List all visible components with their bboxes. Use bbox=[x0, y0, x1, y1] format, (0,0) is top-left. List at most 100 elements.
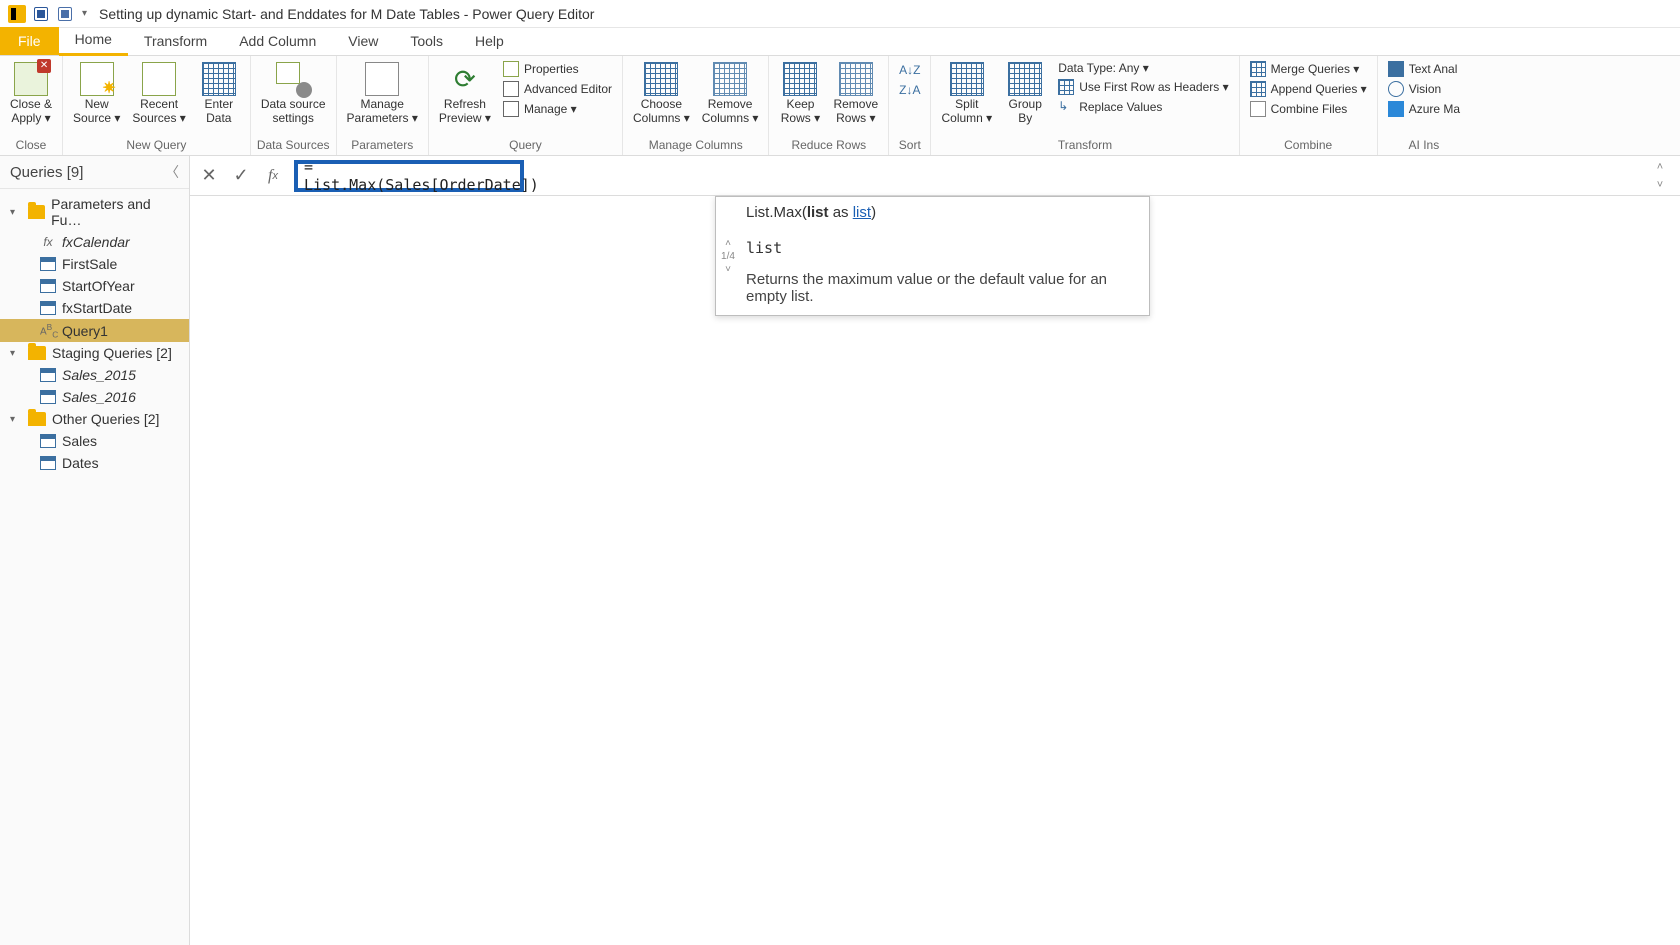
text-analytics-button[interactable]: Text Anal bbox=[1386, 60, 1462, 78]
tab-file[interactable]: File bbox=[0, 27, 59, 55]
recent-sources-icon bbox=[142, 62, 176, 96]
combine-files-button[interactable]: Combine Files bbox=[1248, 100, 1369, 118]
group-transform: Split Column ▾ Group By Data Type: Any ▾… bbox=[931, 56, 1239, 155]
choose-columns-button[interactable]: Choose Columns ▾ bbox=[629, 58, 694, 128]
chevron-up-icon[interactable]: ˄ bbox=[725, 238, 731, 249]
folder-staging[interactable]: ▾ Staging Queries [2] bbox=[0, 342, 189, 364]
folder-other-label: Other Queries [2] bbox=[52, 411, 159, 427]
query-dates[interactable]: Dates bbox=[0, 452, 189, 474]
replace-values-icon: ↳ bbox=[1058, 99, 1074, 115]
group-combine-label: Combine bbox=[1246, 136, 1371, 155]
query-firstsale[interactable]: FirstSale bbox=[0, 253, 189, 275]
keep-rows-label: Keep Rows ▾ bbox=[781, 98, 820, 126]
data-type-button[interactable]: Data Type: Any ▾ bbox=[1056, 60, 1230, 76]
save-icon[interactable] bbox=[56, 5, 74, 23]
qat-dropdown-icon[interactable]: ▾ bbox=[80, 8, 89, 19]
data-source-settings-button[interactable]: Data source settings bbox=[257, 58, 330, 128]
query-sales-2016[interactable]: Sales_2016 bbox=[0, 386, 189, 408]
properties-label: Properties bbox=[524, 62, 579, 76]
remove-rows-label: Remove Rows ▾ bbox=[833, 98, 878, 126]
formula-expand[interactable]: ˄ ˅ bbox=[1652, 161, 1668, 191]
sort-asc-button[interactable]: A↓Z bbox=[897, 62, 922, 78]
advanced-editor-icon bbox=[503, 81, 519, 97]
manage-query-button[interactable]: Manage ▾ bbox=[501, 100, 614, 118]
text-analytics-label: Text Anal bbox=[1409, 62, 1458, 76]
query-sales-2016-label: Sales_2016 bbox=[62, 389, 136, 405]
sort-desc-button[interactable]: Z↓A bbox=[897, 82, 922, 98]
properties-button[interactable]: Properties bbox=[501, 60, 614, 78]
remove-columns-button[interactable]: Remove Columns ▾ bbox=[698, 58, 763, 128]
close-apply-button[interactable]: ✕ Close & Apply ▾ bbox=[6, 58, 56, 128]
tooltip-sig-pre: List.Max( bbox=[746, 204, 807, 221]
advanced-editor-button[interactable]: Advanced Editor bbox=[501, 80, 614, 98]
new-source-button[interactable]: ✷ New Source ▾ bbox=[69, 58, 124, 128]
vision-icon bbox=[1388, 81, 1404, 97]
group-by-icon bbox=[1008, 62, 1042, 96]
cancel-formula-button[interactable]: ✕ bbox=[198, 165, 220, 187]
manage-parameters-button[interactable]: Manage Parameters ▾ bbox=[343, 58, 422, 128]
keep-rows-button[interactable]: Keep Rows ▾ bbox=[775, 58, 825, 128]
choose-columns-label: Choose Columns ▾ bbox=[633, 98, 690, 126]
refresh-icon: ⟳ bbox=[448, 62, 482, 96]
append-queries-button[interactable]: Append Queries ▾ bbox=[1248, 80, 1369, 98]
group-by-button[interactable]: Group By bbox=[1000, 58, 1050, 128]
tab-view[interactable]: View bbox=[332, 27, 394, 55]
folder-parameters[interactable]: ▾ Parameters and Fu… bbox=[0, 193, 189, 231]
tooltip-sig-post: ) bbox=[871, 204, 876, 221]
tooltip-nav[interactable]: ˄ 1/4 ˅ bbox=[716, 197, 740, 315]
split-column-button[interactable]: Split Column ▾ bbox=[937, 58, 996, 128]
replace-values-button[interactable]: ↳ Replace Values bbox=[1056, 98, 1230, 116]
collapse-icon[interactable]: 〈 bbox=[165, 162, 179, 182]
query-sales-2015[interactable]: Sales_2015 bbox=[0, 364, 189, 386]
quick-access-toolbar: ▾ bbox=[8, 5, 89, 23]
combine-files-label: Combine Files bbox=[1271, 102, 1348, 116]
chevron-down-icon[interactable]: ˅ bbox=[725, 264, 731, 275]
group-ai-insights: Text Anal Vision Azure Ma AI Ins bbox=[1378, 56, 1470, 155]
queries-header[interactable]: Queries [9] 〈 bbox=[0, 156, 189, 189]
group-parameters-label: Parameters bbox=[343, 136, 422, 155]
save-icon[interactable] bbox=[32, 5, 50, 23]
commit-formula-button[interactable]: ✓ bbox=[230, 165, 252, 187]
query-fxstartdate[interactable]: fxStartDate bbox=[0, 297, 189, 319]
first-row-headers-button[interactable]: Use First Row as Headers ▾ bbox=[1056, 78, 1230, 96]
tab-tools[interactable]: Tools bbox=[394, 27, 459, 55]
enter-data-button[interactable]: Enter Data bbox=[194, 58, 244, 128]
folder-other[interactable]: ▾ Other Queries [2] bbox=[0, 408, 189, 430]
query-startofyear[interactable]: StartOfYear bbox=[0, 275, 189, 297]
data-source-settings-label: Data source settings bbox=[261, 98, 326, 126]
group-sort-label: Sort bbox=[895, 136, 924, 155]
tab-help[interactable]: Help bbox=[459, 27, 520, 55]
enter-data-label: Enter Data bbox=[204, 98, 233, 126]
tooltip-signature: List.Max(list as list) bbox=[746, 203, 1139, 221]
tab-add-column[interactable]: Add Column bbox=[223, 27, 332, 55]
folder-icon bbox=[28, 412, 46, 426]
vision-label: Vision bbox=[1409, 82, 1441, 96]
tooltip-counter: 1/4 bbox=[721, 251, 735, 262]
tab-transform[interactable]: Transform bbox=[128, 27, 223, 55]
recent-sources-button[interactable]: Recent Sources ▾ bbox=[128, 58, 189, 128]
merge-queries-button[interactable]: Merge Queries ▾ bbox=[1248, 60, 1369, 78]
refresh-preview-button[interactable]: ⟳ Refresh Preview ▾ bbox=[435, 58, 495, 128]
tab-home[interactable]: Home bbox=[59, 25, 128, 56]
folder-staging-label: Staging Queries [2] bbox=[52, 345, 172, 361]
query-query1[interactable]: ABC Query1 bbox=[0, 319, 189, 342]
vision-button[interactable]: Vision bbox=[1386, 80, 1462, 98]
split-column-label: Split Column ▾ bbox=[941, 98, 992, 126]
query-fxcalendar[interactable]: fx fxCalendar bbox=[0, 231, 189, 253]
manage-query-icon bbox=[503, 101, 519, 117]
formula-input[interactable]: = List.Max(Sales[OrderDate]) bbox=[304, 158, 514, 194]
remove-rows-button[interactable]: Remove Rows ▾ bbox=[829, 58, 882, 128]
fx-icon[interactable]: fx bbox=[262, 165, 284, 187]
formula-bar: ✕ ✓ fx = List.Max(Sales[OrderDate]) ˄ ˅ bbox=[190, 156, 1680, 196]
azure-ml-button[interactable]: Azure Ma bbox=[1386, 100, 1462, 118]
query-firstsale-label: FirstSale bbox=[62, 256, 117, 272]
query-sales[interactable]: Sales bbox=[0, 430, 189, 452]
close-apply-label: Close & Apply ▾ bbox=[10, 98, 52, 126]
sort-asc-icon: A↓Z bbox=[899, 63, 920, 77]
first-row-headers-label: Use First Row as Headers ▾ bbox=[1079, 80, 1228, 94]
combine-files-icon bbox=[1250, 101, 1266, 117]
table-icon bbox=[40, 279, 56, 293]
tooltip-sig-type: list bbox=[853, 204, 871, 221]
properties-icon bbox=[503, 61, 519, 77]
chevron-up-icon: ˄ bbox=[1657, 161, 1663, 173]
